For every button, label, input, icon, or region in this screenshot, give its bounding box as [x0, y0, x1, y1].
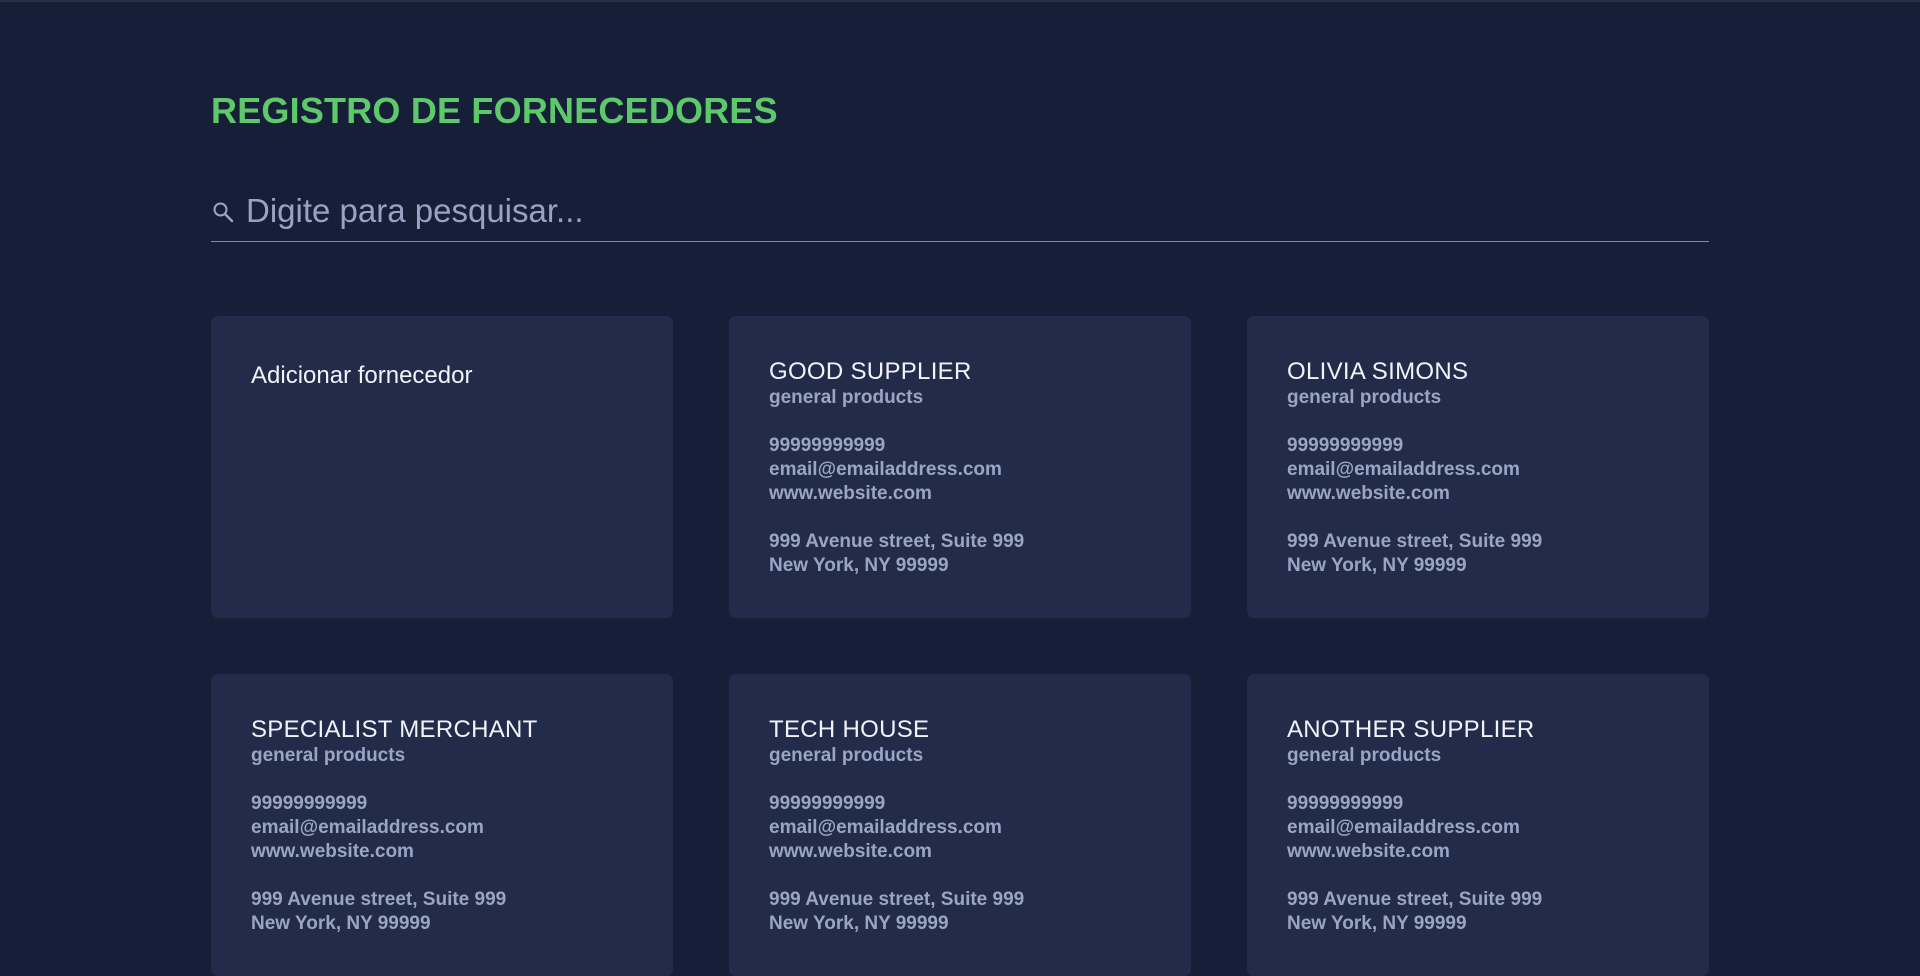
search-icon	[213, 202, 234, 223]
supplier-address-line1: 999 Avenue street, Suite 999	[1287, 889, 1543, 910]
supplier-address: 999 Avenue street, Suite 999 New York, N…	[1287, 888, 1669, 936]
supplier-address: 999 Avenue street, Suite 999 New York, N…	[769, 530, 1151, 578]
page-title: REGISTRO DE FORNECEDORES	[211, 90, 778, 131]
supplier-contact: 99999999999 email@emailaddress.com www.w…	[769, 792, 1151, 864]
supplier-website: www.website.com	[769, 483, 932, 504]
supplier-contact: 99999999999 email@emailaddress.com www.w…	[1287, 434, 1669, 506]
search-input[interactable]	[246, 187, 1686, 235]
supplier-contact: 99999999999 email@emailaddress.com www.w…	[251, 792, 633, 864]
search-bar	[211, 185, 1709, 242]
supplier-address-line1: 999 Avenue street, Suite 999	[769, 889, 1025, 910]
supplier-website: www.website.com	[1287, 483, 1450, 504]
supplier-phone: 99999999999	[1287, 793, 1404, 814]
supplier-name: SPECIALIST MERCHANT	[251, 716, 538, 743]
supplier-website: www.website.com	[251, 841, 414, 862]
supplier-address-line2: New York, NY 99999	[769, 555, 949, 576]
supplier-website: www.website.com	[769, 841, 932, 862]
supplier-name: OLIVIA SIMONS	[1287, 358, 1469, 385]
supplier-address-line2: New York, NY 99999	[1287, 913, 1467, 934]
supplier-email: email@emailaddress.com	[1287, 817, 1520, 838]
supplier-address-line1: 999 Avenue street, Suite 999	[251, 889, 507, 910]
supplier-card[interactable]: GOOD SUPPLIER general products 999999999…	[729, 316, 1191, 618]
supplier-phone: 99999999999	[1287, 435, 1404, 456]
supplier-address-line2: New York, NY 99999	[769, 913, 949, 934]
supplier-address: 999 Avenue street, Suite 999 New York, N…	[251, 888, 633, 936]
supplier-email: email@emailaddress.com	[1287, 459, 1520, 480]
supplier-website: www.website.com	[1287, 841, 1450, 862]
supplier-name: GOOD SUPPLIER	[769, 358, 972, 385]
supplier-name: TECH HOUSE	[769, 716, 930, 743]
supplier-email: email@emailaddress.com	[769, 817, 1002, 838]
supplier-address: 999 Avenue street, Suite 999 New York, N…	[1287, 530, 1669, 578]
supplier-email: email@emailaddress.com	[251, 817, 484, 838]
supplier-category: general products	[769, 387, 924, 408]
supplier-email: email@emailaddress.com	[769, 459, 1002, 480]
supplier-phone: 99999999999	[251, 793, 368, 814]
supplier-contact: 99999999999 email@emailaddress.com www.w…	[769, 434, 1151, 506]
supplier-address-line2: New York, NY 99999	[1287, 555, 1467, 576]
supplier-category: general products	[1287, 387, 1442, 408]
supplier-address-line1: 999 Avenue street, Suite 999	[769, 531, 1025, 552]
supplier-card[interactable]: SPECIALIST MERCHANT general products 999…	[211, 674, 673, 976]
supplier-category: general products	[1287, 745, 1442, 766]
supplier-card[interactable]: TECH HOUSE general products 99999999999 …	[729, 674, 1191, 976]
supplier-card[interactable]: ANOTHER SUPPLIER general products 999999…	[1247, 674, 1709, 976]
supplier-contact: 99999999999 email@emailaddress.com www.w…	[1287, 792, 1669, 864]
top-border	[0, 0, 1920, 2]
supplier-phone: 99999999999	[769, 435, 886, 456]
supplier-category: general products	[251, 745, 406, 766]
supplier-category: general products	[769, 745, 924, 766]
supplier-address-line2: New York, NY 99999	[251, 913, 431, 934]
add-supplier-label: Adicionar fornecedor	[251, 362, 473, 389]
supplier-phone: 99999999999	[769, 793, 886, 814]
supplier-name: ANOTHER SUPPLIER	[1287, 716, 1535, 743]
supplier-address: 999 Avenue street, Suite 999 New York, N…	[769, 888, 1151, 936]
supplier-card[interactable]: OLIVIA SIMONS general products 999999999…	[1247, 316, 1709, 618]
add-supplier-card[interactable]: Adicionar fornecedor	[211, 316, 673, 618]
supplier-address-line1: 999 Avenue street, Suite 999	[1287, 531, 1543, 552]
